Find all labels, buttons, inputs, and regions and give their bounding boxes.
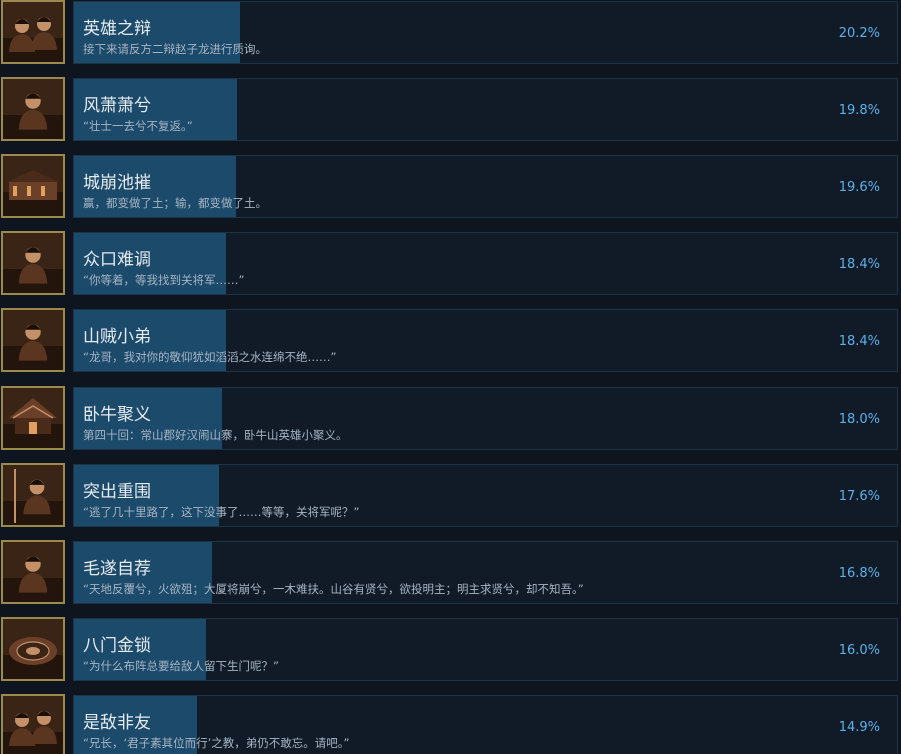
ruined-city-icon <box>1 154 65 219</box>
achievement-panel: 毛遂自荐 “天地反覆兮，火欲殂；大厦将崩兮，一木难扶。山谷有贤兮，欲投明主；明主求… <box>73 540 898 604</box>
achievement-panel: 山贼小弟 “龙哥，我对你的敬仰犹如滔滔之水连绵不绝……” 18.4% <box>73 309 898 373</box>
achievement-panel: 卧牛聚义第四十回：常山郡好汉闹山寨，卧牛山英雄小聚义。 18.0% <box>73 386 898 450</box>
battle-formation-icon <box>1 616 65 681</box>
unlock-percentage: 20.2% <box>838 26 880 41</box>
achievement-panel: 英雄之辩接下来请反方二辩赵子龙进行质询。 20.2% <box>73 1 898 64</box>
achievement-description: “逃了几十里路了，这下没事了……等等，关将军呢？” <box>83 504 360 519</box>
achievement-list: 英雄之辩接下来请反方二辩赵子龙进行质询。 20.2% 风萧萧兮 “壮士一去兮不复返。”… <box>0 0 901 754</box>
two-heroes-portrait-icon <box>1 0 65 64</box>
armored-general-icon <box>1 231 65 296</box>
achievement-row[interactable]: 风萧萧兮 “壮士一去兮不复返。” 19.8% <box>0 77 899 142</box>
achievement-panel: 众口难调 “你等着，等我找到关将军……” 18.4% <box>73 232 898 296</box>
unlock-percentage: 18.4% <box>838 334 880 350</box>
achievement-row[interactable]: 卧牛聚义第四十回：常山郡好汉闹山寨，卧牛山英雄小聚义。 18.0% <box>0 385 899 450</box>
achievement-description: “兄长，‘君子素其位而行’之教，弟仍不敢忘。请吧。” <box>83 735 350 750</box>
unlock-percentage: 18.0% <box>838 411 880 427</box>
achievement-row[interactable]: 英雄之辩接下来请反方二辩赵子龙进行质询。 20.2% <box>0 0 899 64</box>
unlock-percentage: 14.9% <box>838 719 880 735</box>
achievement-panel: 突出重围 “逃了几十里路了，这下没事了……等等，关将军呢？” 17.6% <box>73 463 898 527</box>
achievement-description: “你等着，等我找到关将军……” <box>83 273 245 288</box>
bandit-portrait-icon <box>1 308 65 373</box>
achievement-description: “壮士一去兮不复返。” <box>83 119 193 134</box>
achievement-title: 风萧萧兮 <box>83 96 151 117</box>
unlock-percentage: 17.6% <box>838 488 880 504</box>
achievement-row[interactable]: 山贼小弟 “龙哥，我对你的敬仰犹如滔滔之水连绵不绝……” 18.4% <box>0 308 899 373</box>
achievement-title: 众口难调 <box>83 250 151 271</box>
achievement-row[interactable]: 是敌非友 “兄长，‘君子素其位而行’之教，弟仍不敢忘。请吧。” 14.9% <box>0 693 899 754</box>
achievement-title: 毛遂自荐 <box>83 558 151 579</box>
achievement-title: 英雄之辩 <box>83 19 151 39</box>
achievement-description: 赢，都变做了土；输，都变做了土。 <box>83 196 267 211</box>
achievement-row[interactable]: 八门金锁 “为什么布阵总要给敌人留下生门呢？” 16.0% <box>0 616 899 681</box>
achievement-panel: 八门金锁 “为什么布阵总要给敌人留下生门呢？” 16.0% <box>73 617 898 681</box>
achievement-description: “为什么布阵总要给敌人留下生门呢？” <box>83 658 279 673</box>
warrior-portrait-icon <box>1 77 65 142</box>
spear-general-icon <box>1 462 65 527</box>
achievement-row[interactable]: 突出重围 “逃了几十里路了，这下没事了……等等，关将军呢？” 17.6% <box>0 462 899 527</box>
achievement-description: 接下来请反方二辩赵子龙进行质询。 <box>83 42 267 56</box>
achievement-title: 城崩池摧 <box>83 173 151 194</box>
achievement-title: 突出重围 <box>83 481 151 502</box>
scholar-portrait-icon <box>1 539 65 604</box>
achievement-panel: 城崩池摧赢，都变做了土；输，都变做了土。 19.6% <box>73 155 898 219</box>
achievement-title: 八门金锁 <box>83 635 151 656</box>
achievement-description: 第四十回：常山郡好汉闹山寨，卧牛山英雄小聚义。 <box>83 427 348 442</box>
achievement-title: 山贼小弟 <box>83 327 151 348</box>
achievement-panel: 风萧萧兮 “壮士一去兮不复返。” 19.8% <box>73 78 898 142</box>
achievement-row[interactable]: 毛遂自荐 “天地反覆兮，火欲殂；大厦将崩兮，一木难扶。山谷有贤兮，欲投明主；明主求… <box>0 539 899 604</box>
unlock-percentage: 19.8% <box>838 103 880 119</box>
achievement-row[interactable]: 城崩池摧赢，都变做了土；输，都变做了土。 19.6% <box>0 154 899 219</box>
unlock-percentage: 19.6% <box>838 180 880 196</box>
mountain-fortress-icon <box>1 385 65 450</box>
achievement-description: “天地反覆兮，火欲殂；大厦将崩兮，一木难扶。山谷有贤兮，欲投明主；明主求贤兮，却… <box>83 581 584 596</box>
achievement-panel: 是敌非友 “兄长，‘君子素其位而行’之教，弟仍不敢忘。请吧。” 14.9% <box>73 694 898 754</box>
unlock-percentage: 16.0% <box>838 642 880 658</box>
two-rivals-portrait-icon <box>1 693 65 754</box>
unlock-percentage: 16.8% <box>838 565 880 581</box>
achievement-row[interactable]: 众口难调 “你等着，等我找到关将军……” 18.4% <box>0 231 899 296</box>
achievement-title: 卧牛聚义 <box>83 404 151 425</box>
achievement-description: “龙哥，我对你的敬仰犹如滔滔之水连绵不绝……” <box>83 350 337 365</box>
achievement-title: 是敌非友 <box>83 712 151 733</box>
unlock-percentage: 18.4% <box>838 257 880 273</box>
